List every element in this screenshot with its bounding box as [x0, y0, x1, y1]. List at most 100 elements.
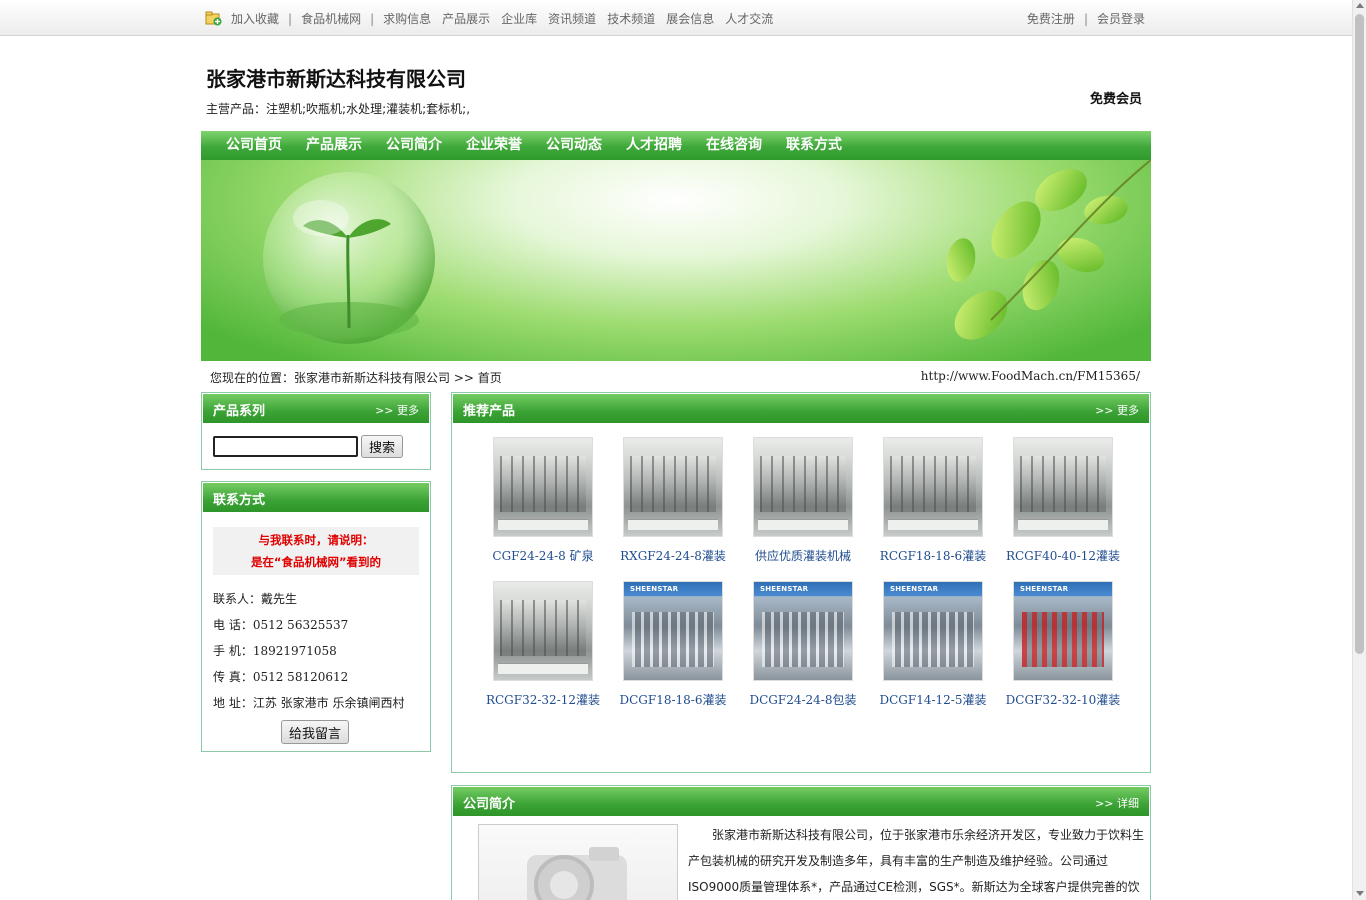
search-input[interactable] [213, 436, 358, 457]
product-thumbnail[interactable] [493, 437, 593, 537]
contact-mobile: 手 机：18921971058 [213, 642, 337, 659]
product-thumbnail[interactable] [1013, 437, 1113, 537]
talent-link[interactable]: 人才交流 [725, 10, 773, 27]
recommended-products-panel: 推荐产品 >> 更多 CGF24-24-8 矿泉 RXGF24-24-8灌装 供应优… [451, 392, 1151, 773]
nav-jobs[interactable]: 人才招聘 [614, 131, 694, 160]
panel-title: 联系方式 [213, 493, 266, 508]
buy-info-link[interactable]: 求购信息 [383, 10, 431, 27]
product-name[interactable]: RXGF24-24-8灌装 [608, 547, 738, 564]
thumb-brand-label: SHEENSTAR [890, 585, 939, 593]
more-link[interactable]: >> 更多 [375, 402, 419, 418]
product-item[interactable]: 供应优质灌装机械 [738, 437, 868, 564]
scroll-down-icon[interactable] [1356, 891, 1364, 896]
search-row: 搜索 [213, 435, 404, 458]
contact-person-label: 联系人： [213, 592, 262, 606]
product-item[interactable]: CGF24-24-8 矿泉 [478, 437, 608, 564]
nav-home[interactable]: 公司首页 [214, 131, 294, 160]
product-name[interactable]: 供应优质灌装机械 [738, 547, 868, 564]
product-thumbnail[interactable]: SHEENSTAR [623, 581, 723, 681]
separator: | [370, 11, 375, 26]
thumb-brand-label: SHEENSTAR [630, 585, 679, 593]
more-link[interactable]: >> 更多 [1095, 402, 1139, 418]
contact-panel: 联系方式 与我联系时，请说明： 是在“食品机械网”看到的 联系人：戴先生 电 话… [201, 481, 431, 752]
thumb-brand-label: SHEENSTAR [760, 585, 809, 593]
scrollbar-thumb[interactable] [1355, 14, 1364, 654]
product-item[interactable]: RCGF40-40-12灌装 [998, 437, 1128, 564]
search-button[interactable]: 搜索 [361, 435, 404, 458]
nav-news[interactable]: 公司动态 [534, 131, 614, 160]
contact-notice: 与我联系时，请说明： 是在“食品机械网”看到的 [213, 527, 419, 575]
notice-line-1: 与我联系时，请说明： [258, 533, 374, 547]
top-bar: 加入收藏 | 食品机械网 | 求购信息 产品展示 企业库 资讯频道 技术频道 展… [0, 0, 1352, 36]
separator: | [288, 11, 293, 26]
thumb-brand-label: SHEENSTAR [1020, 585, 1069, 593]
page-scrollbar[interactable] [1352, 0, 1366, 900]
product-thumbnail[interactable] [753, 437, 853, 537]
product-thumbnail[interactable] [493, 581, 593, 681]
product-name[interactable]: RCGF40-40-12灌装 [998, 547, 1128, 564]
product-thumbnail[interactable]: SHEENSTAR [1013, 581, 1113, 681]
product-thumbnail[interactable] [883, 437, 983, 537]
add-favorite-link[interactable]: 加入收藏 [231, 10, 279, 27]
company-name: 张家港市新斯达科技有限公司 [206, 67, 466, 91]
contact-mobile-label: 手 机： [213, 644, 253, 658]
nav-profile[interactable]: 公司简介 [374, 131, 454, 160]
nav-contact[interactable]: 联系方式 [774, 131, 854, 160]
company-db-link[interactable]: 企业库 [501, 10, 537, 27]
product-thumbnail[interactable]: SHEENSTAR [753, 581, 853, 681]
foodmach-home-link[interactable]: 食品机械网 [301, 10, 361, 27]
nav-products[interactable]: 产品展示 [294, 131, 374, 160]
contact-address: 地 址：江苏 张家港市 乐余镇闸西村 [213, 694, 404, 711]
nav-consult[interactable]: 在线咨询 [694, 131, 774, 160]
member-level: 免费会员 [1090, 92, 1143, 107]
panel-header: 联系方式 [203, 483, 429, 512]
top-left-links: 加入收藏 | 食品机械网 | 求购信息 产品展示 企业库 资讯频道 技术频道 展… [205, 10, 773, 27]
separator: | [1083, 11, 1088, 26]
product-item[interactable]: RXGF24-24-8灌装 [608, 437, 738, 564]
company-intro-text: 张家港市新斯达科技有限公司，位于张家港市乐余经济开发区，专业致力于饮料生产包装机… [688, 828, 1145, 894]
main-products: 主营产品：注塑机;吹瓶机;水处理;灌装机;套标机;, [206, 102, 471, 116]
product-item[interactable]: RCGF32-32-12灌装 [478, 581, 608, 708]
exhibition-link[interactable]: 展会信息 [666, 10, 714, 27]
product-name[interactable]: DCGF18-18-6灌装 [608, 691, 738, 708]
product-thumbnail[interactable] [623, 437, 723, 537]
product-series-panel: 产品系列 >> 更多 搜索 [201, 392, 431, 470]
contact-phone-label: 电 话： [213, 618, 253, 632]
panel-header: 产品系列 >> 更多 [203, 394, 429, 423]
product-name[interactable]: DCGF32-32-10灌装 [998, 691, 1128, 708]
contact-fax-label: 传 真： [213, 670, 253, 684]
tech-channel-link[interactable]: 技术频道 [607, 10, 655, 27]
product-name[interactable]: RCGF18-18-6灌装 [868, 547, 998, 564]
products-link[interactable]: 产品展示 [442, 10, 490, 27]
contact-address-value: 江苏 张家港市 乐余镇闸西村 [252, 696, 405, 710]
product-item[interactable]: SHEENSTAR DCGF32-32-10灌装 [998, 581, 1128, 708]
news-channel-link[interactable]: 资讯频道 [548, 10, 596, 27]
product-item[interactable]: SHEENSTAR DCGF24-24-8包装 [738, 581, 868, 708]
nav-honors[interactable]: 企业荣誉 [454, 131, 534, 160]
login-link[interactable]: 会员登录 [1097, 10, 1145, 27]
details-link[interactable]: >> 详细 [1095, 795, 1139, 811]
leave-message-button[interactable]: 给我留言 [281, 720, 350, 744]
panel-header: 公司简介 >> 详细 [453, 787, 1149, 816]
product-item[interactable]: RCGF18-18-6灌装 [868, 437, 998, 564]
product-name[interactable]: CGF24-24-8 矿泉 [478, 547, 608, 564]
panel-title: 公司简介 [463, 797, 516, 812]
scroll-up-icon[interactable] [1356, 3, 1364, 8]
product-name[interactable]: DCGF24-24-8包装 [738, 691, 868, 708]
product-name[interactable]: DCGF14-12-5灌装 [868, 691, 998, 708]
product-item[interactable]: SHEENSTAR DCGF14-12-5灌装 [868, 581, 998, 708]
product-name[interactable]: RCGF32-32-12灌装 [478, 691, 608, 708]
banner-image [201, 160, 1151, 361]
site-url[interactable]: http://www.FoodMach.cn/FM15365/ [921, 369, 1140, 383]
bookmark-folder-icon[interactable] [205, 11, 222, 26]
register-link[interactable]: 免费注册 [1027, 10, 1075, 27]
company-intro-panel: 公司简介 >> 详细 张家港市新斯达科技有限公司，位于张家港市乐余经济开发区，专… [451, 785, 1151, 900]
contact-mobile-value: 18921971058 [252, 644, 337, 658]
contact-person: 联系人：戴先生 [213, 590, 297, 607]
product-thumbnail[interactable]: SHEENSTAR [883, 581, 983, 681]
top-right-links: 免费注册 | 会员登录 [1027, 10, 1145, 27]
contact-phone: 电 话：0512 56325537 [213, 616, 348, 633]
panel-title: 产品系列 [213, 404, 266, 419]
contact-fax: 传 真：0512 58120612 [213, 668, 348, 685]
product-item[interactable]: SHEENSTAR DCGF18-18-6灌装 [608, 581, 738, 708]
